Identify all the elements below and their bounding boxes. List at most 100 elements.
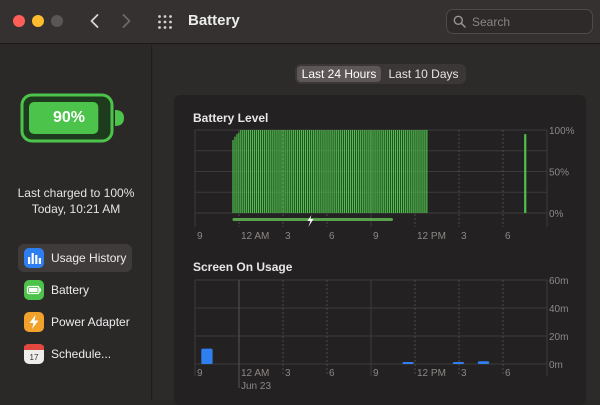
x-date-label: Jun 23 <box>241 381 271 392</box>
sidebar-item-usage-history[interactable]: Usage History <box>18 244 132 272</box>
battery-level-bar <box>363 130 365 213</box>
battery-level-bar <box>418 130 420 213</box>
battery-level-bar <box>253 130 256 213</box>
zoom-window-button[interactable] <box>51 15 63 27</box>
battery-level-bar <box>383 130 385 213</box>
battery-level-bar <box>265 130 267 213</box>
main-content: Last 24 Hours Last 10 Days Battery Level… <box>153 45 600 405</box>
battery-level-bar <box>330 130 332 213</box>
charts-panel: Battery Level Screen On Usage 100% 50% 0% 9… <box>174 95 586 405</box>
battery-level-bar <box>261 130 263 213</box>
battery-level-bar <box>271 130 273 213</box>
battery-level-bar <box>300 130 303 213</box>
battery-level-bar <box>365 130 367 213</box>
battery-level-bar <box>336 130 338 213</box>
battery-level-bar <box>369 130 371 213</box>
battery-level-bar <box>287 130 289 213</box>
sidebar-item-power-adapter[interactable]: Power Adapter <box>18 308 132 336</box>
search-placeholder: Search <box>472 15 511 29</box>
battery-level-bar <box>295 130 297 213</box>
battery-level-bar <box>406 130 408 213</box>
last-charged-label: Last charged to 100% <box>17 186 135 200</box>
battery-level-bar <box>361 130 363 213</box>
battery-level-bar <box>334 130 336 213</box>
battery-level-bar <box>381 130 383 213</box>
battery-level-bar <box>320 130 322 213</box>
battery-level-bar <box>340 130 342 213</box>
battery-level-bar <box>371 130 373 213</box>
back-button[interactable] <box>82 8 108 34</box>
x-tick-label: 12 PM <box>417 231 446 242</box>
battery-level-bar <box>408 130 410 213</box>
battery-level-bar <box>248 130 250 213</box>
screen-usage-bar <box>402 362 414 364</box>
battery-level-bar <box>257 130 260 213</box>
x-tick-label: 12 AM <box>241 231 269 242</box>
y-tick-label: 100% <box>549 126 575 137</box>
battery-level-bar <box>314 130 316 213</box>
battery-level-bar <box>351 130 354 213</box>
battery-status-graphic: 90% <box>20 93 128 145</box>
battery-level-bar <box>400 130 402 213</box>
battery-level-bar <box>318 130 320 213</box>
x-tick-label: 9 <box>373 368 379 379</box>
battery-level-bar <box>355 130 357 213</box>
battery-level-bar <box>398 130 401 213</box>
battery-level-bar <box>322 130 324 213</box>
battery-level-bar <box>367 130 369 213</box>
battery-icon <box>24 280 44 300</box>
x-tick-label: 3 <box>285 368 291 379</box>
battery-level-bar <box>297 130 299 213</box>
battery-level-bar <box>308 130 310 213</box>
title-bar: Battery Search <box>0 0 600 44</box>
screen-usage-bar <box>452 362 465 364</box>
usage-charts: 100% 50% 0% 9 12 AM 3 6 9 12 PM 3 6 60m 40m 20m 0m 9 12 … <box>194 126 575 392</box>
battery-level-bar <box>349 130 352 213</box>
battery-level-bar <box>396 130 399 213</box>
search-field[interactable]: Search <box>446 9 593 34</box>
battery-level-bar <box>281 130 283 213</box>
show-all-grid-button[interactable] <box>157 14 173 30</box>
battery-level-bar <box>316 130 318 213</box>
battery-level-bar <box>524 134 527 213</box>
battery-level-bar <box>324 130 326 213</box>
battery-level-bar <box>414 130 416 213</box>
sidebar-item-schedule[interactable]: 17 Schedule... <box>18 340 132 368</box>
sidebar-item-label: Usage History <box>51 251 127 265</box>
sidebar: 90% Last charged to 100% Today, 10:21 AM… <box>0 45 152 400</box>
chevron-right-icon <box>122 14 131 28</box>
x-tick-label: 6 <box>329 368 335 379</box>
forward-button[interactable] <box>113 8 139 34</box>
battery-level-bar <box>250 130 252 213</box>
battery-level-bar <box>404 130 406 213</box>
battery-level-bar <box>426 130 428 213</box>
close-window-button[interactable] <box>13 15 25 27</box>
battery-level-bar <box>275 130 277 213</box>
battery-level-bar <box>298 130 301 213</box>
battery-level-bar <box>240 130 242 213</box>
battery-level-bar <box>410 130 412 213</box>
x-tick-label: 6 <box>329 231 335 242</box>
battery-level-bar <box>357 130 359 213</box>
battery-level-bar <box>422 130 424 213</box>
y-tick-label: 60m <box>549 276 568 287</box>
y-tick-label: 50% <box>549 168 569 179</box>
battery-level-bar <box>342 130 344 213</box>
battery-level-bar <box>389 130 391 213</box>
x-tick-label: 9 <box>197 368 203 379</box>
battery-level-bar <box>394 130 397 213</box>
battery-level-bar <box>344 130 346 213</box>
battery-level-bar <box>277 130 279 213</box>
battery-level-bar <box>238 132 240 213</box>
sidebar-item-battery[interactable]: Battery <box>18 276 132 304</box>
grid-icon <box>158 15 172 29</box>
minimize-window-button[interactable] <box>32 15 44 27</box>
battery-level-bar <box>279 130 281 213</box>
battery-level-bar <box>359 130 361 213</box>
tab-last-24-hours[interactable]: Last 24 Hours <box>297 66 381 82</box>
screen-usage-bar <box>201 348 213 364</box>
battery-level-bar <box>412 130 414 213</box>
tab-last-10-days[interactable]: Last 10 Days <box>383 66 464 82</box>
battery-level-bar <box>289 130 291 213</box>
battery-level-bar <box>304 130 307 213</box>
